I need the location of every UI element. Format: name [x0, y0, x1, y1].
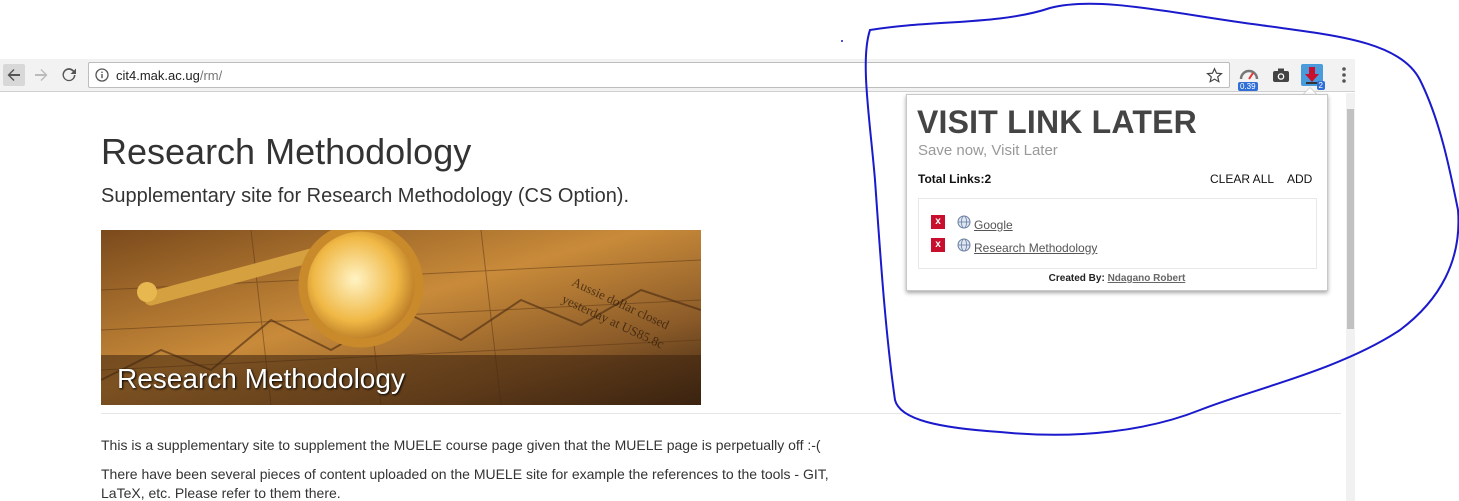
- reload-icon: [62, 68, 76, 82]
- info-icon[interactable]: [95, 68, 109, 82]
- author-link[interactable]: Ndagano Robert: [1108, 273, 1186, 284]
- popup-footer: Created By: Ndagano Robert: [907, 273, 1327, 284]
- gauge-badge: 0.39: [1238, 82, 1258, 91]
- content-paragraph: There have been several pieces of conten…: [101, 466, 829, 501]
- banner-image: Aussie dollar closed yesterday at US85.8…: [101, 230, 701, 405]
- delete-link-button[interactable]: x: [931, 238, 945, 252]
- site-title: Research Methodology: [101, 131, 472, 172]
- saved-link[interactable]: Google: [974, 218, 1013, 232]
- saved-link[interactable]: Research Methodology: [974, 241, 1097, 255]
- site-subtitle: Supplementary site for Research Methodol…: [101, 185, 630, 207]
- bookmark-star-icon[interactable]: [1206, 67, 1223, 84]
- footer-prefix: Created By:: [1048, 273, 1108, 284]
- screenshot-extension-button[interactable]: [1270, 64, 1292, 86]
- back-button[interactable]: [3, 64, 25, 86]
- delete-link-button[interactable]: x: [931, 215, 945, 229]
- scrollbar-thumb[interactable]: [1347, 109, 1354, 329]
- visit-link-later-extension-button[interactable]: 2: [1301, 64, 1325, 90]
- arrow-right-icon: [35, 69, 48, 81]
- camera-icon: [1273, 68, 1289, 82]
- url-text: cit4.mak.ac.ug/rm/: [116, 68, 223, 83]
- kebab-menu-icon[interactable]: [1337, 65, 1351, 85]
- divider: [101, 413, 1341, 414]
- saved-links-list: x Google x Research Methodology: [918, 198, 1317, 269]
- clear-all-button[interactable]: CLEAR ALL: [1210, 172, 1274, 186]
- page-scrollbar[interactable]: [1346, 93, 1355, 501]
- intro-paragraph: This is a supplementary site to suppleme…: [101, 437, 821, 453]
- arrow-left-icon: [7, 69, 20, 81]
- popup-title: VISIT LINK LATER: [917, 104, 1197, 140]
- add-button[interactable]: ADD: [1287, 172, 1312, 186]
- visit-link-later-popup: VISIT LINK LATER Save now, Visit Later T…: [906, 94, 1328, 291]
- reload-button[interactable]: [58, 64, 80, 86]
- popup-subtitle: Save now, Visit Later: [918, 142, 1058, 159]
- speed-gauge-extension-button[interactable]: 0.39: [1238, 64, 1260, 91]
- banner-caption: Research Methodology: [117, 363, 405, 394]
- globe-icon: [957, 238, 971, 252]
- forward-button[interactable]: [30, 64, 52, 86]
- banner-caption-bar: Research Methodology: [101, 355, 701, 405]
- list-item: x Research Methodology: [931, 238, 1301, 256]
- list-item: x Google: [931, 215, 1301, 233]
- browser-toolbar: cit4.mak.ac.ug/rm/ 0.39 2: [0, 59, 1355, 92]
- total-links-count: Total Links:2: [918, 172, 992, 186]
- screenshot: cit4.mak.ac.ug/rm/ 0.39 2 Research Metho…: [0, 0, 1459, 501]
- address-bar[interactable]: cit4.mak.ac.ug/rm/: [88, 62, 1230, 88]
- globe-icon: [957, 215, 971, 229]
